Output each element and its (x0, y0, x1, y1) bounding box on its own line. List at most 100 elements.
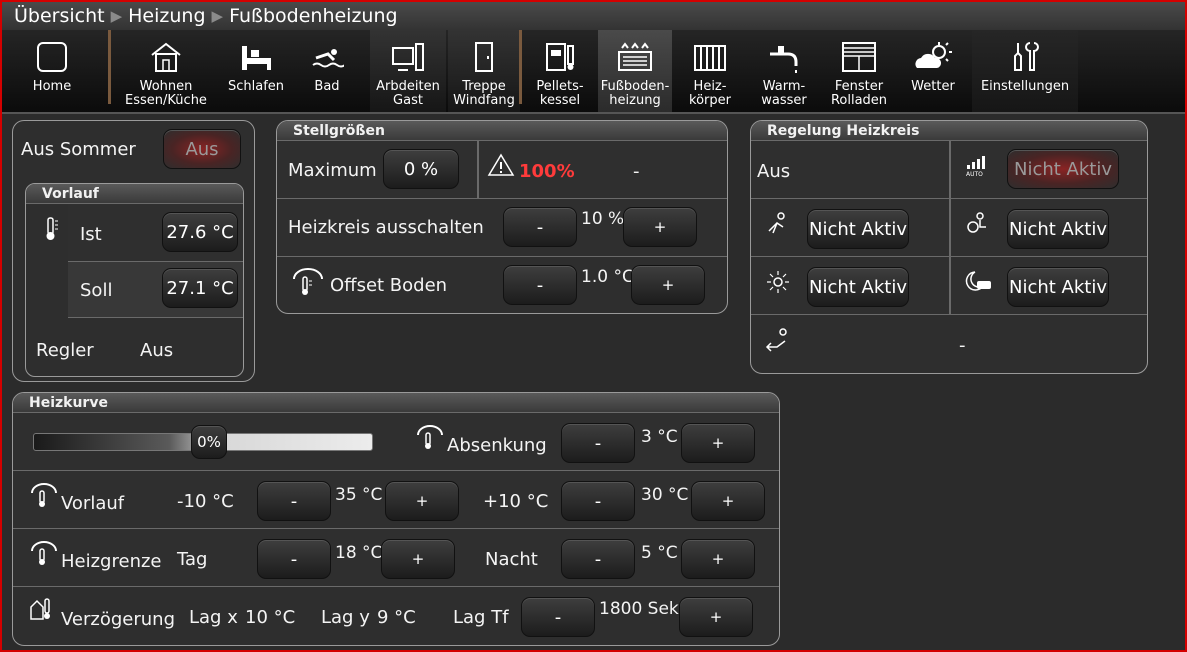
house-icon (151, 42, 181, 72)
weather-icon (915, 42, 952, 68)
breadcrumb-item-heizung[interactable]: Heizung (128, 5, 205, 27)
tag-label: Tag (177, 549, 208, 570)
nav-label: Heiz- körper (689, 79, 731, 108)
lagtf-value: 1800 Sek (599, 599, 679, 619)
vorlauf-high-minus-button[interactable]: - (561, 481, 635, 521)
heizgrenze-label: Heizgrenze (61, 551, 162, 572)
regelung-status: Aus (757, 161, 791, 182)
tag-minus-button[interactable]: - (257, 539, 331, 579)
nacht-plus-button[interactable]: + (681, 539, 755, 579)
tools-icon (1014, 42, 1039, 71)
aus-sommer-button[interactable]: Aus (163, 129, 241, 169)
offset-minus-button[interactable]: - (503, 265, 577, 305)
nav-item-treppe[interactable]: Treppe Windfang (448, 30, 520, 112)
absenkung-plus-button[interactable]: + (681, 423, 755, 463)
absenkung-minus-button[interactable]: - (561, 423, 635, 463)
nav-item-warmwasser[interactable]: Warm- wasser (748, 30, 820, 112)
party-icon (967, 212, 986, 233)
thermometer-icon (46, 217, 58, 240)
lagtf-label: Lag Tf (453, 607, 509, 628)
alarm-value: 100% (519, 161, 575, 182)
vorlauf-low-plus-button[interactable]: + (385, 481, 459, 521)
nacht-label: Nacht (485, 549, 538, 570)
nav-item-fussbodenheizung[interactable]: Fußboden- heizung (598, 30, 672, 112)
lagx-value: 10 °C (245, 607, 296, 628)
leave-home-button[interactable]: Nicht Aktiv (807, 209, 909, 249)
heizkreis-plus-button[interactable]: + (623, 207, 697, 247)
nav-label: Fenster Rolladen (830, 79, 888, 108)
return-home-value: - (959, 335, 966, 356)
nacht-minus-button[interactable]: - (561, 539, 635, 579)
left-panel: Aus Sommer Aus Vorlauf Ist 27.6 °C Soll … (12, 120, 255, 382)
breadcrumb-arrow-icon: ▶ (110, 7, 123, 25)
absenkung-value: 3 °C (641, 427, 678, 447)
door-icon (475, 42, 493, 72)
window-icon (842, 42, 876, 72)
breadcrumb: Übersicht ▶ Heizung ▶ Fußbodenheizung (2, 2, 1185, 30)
heizkreis-minus-button[interactable]: - (503, 207, 577, 247)
nav-label: Arbdeiten Gast (376, 79, 440, 108)
nav-item-arbeiten[interactable]: Arbdeiten Gast (370, 30, 446, 112)
tag-value: 18 °C (335, 543, 383, 563)
maximum-label: Maximum (288, 160, 377, 181)
nav-item-fenster[interactable]: Fenster Rolladen (822, 30, 896, 112)
heizgrenze-thermometer-icon (31, 541, 57, 565)
nav-label: Einstellungen (980, 79, 1070, 94)
lagx-label: Lag x (189, 607, 238, 628)
soll-value[interactable]: 27.1 °C (162, 268, 238, 308)
nav-label: Schlafen (227, 79, 285, 94)
ist-value: 27.6 °C (162, 212, 238, 252)
floor-thermometer-icon (293, 268, 323, 295)
nav-label: Wetter (911, 79, 955, 94)
nav-item-wohnen[interactable]: Wohnen Essen/Küche (114, 30, 218, 112)
vorlauf-high-value: 30 °C (641, 485, 689, 505)
offset-value: 1.0 °C (581, 267, 634, 287)
breadcrumb-arrow-icon: ▶ (211, 7, 224, 25)
nav-label: Bad (314, 79, 340, 94)
nav-item-bad[interactable]: Bad (294, 30, 360, 112)
night-mode-button[interactable]: Nicht Aktiv (1007, 267, 1109, 307)
auto-mode-button[interactable]: Nicht Aktiv (1007, 149, 1119, 189)
nav-item-schlafen[interactable]: Schlafen (220, 30, 292, 112)
heizkreis-value: 10 % (581, 209, 625, 229)
offset-plus-button[interactable]: + (631, 265, 705, 305)
lagy-value: 9 °C (377, 607, 416, 628)
heizkurve-title: Heizkurve (13, 393, 779, 413)
nav-label: Wohnen Essen/Küche (125, 79, 207, 108)
nav-label: Pellets- kessel (536, 79, 584, 108)
nav-label: Treppe Windfang (453, 79, 515, 108)
vorlauf-thermometer-icon (31, 483, 57, 507)
sun-mode-icon (767, 271, 789, 293)
nav-item-pelletskessel[interactable]: Pellets- kessel (524, 30, 596, 112)
heizkurve-slider-handle[interactable]: 0% (191, 425, 227, 459)
leave-home-icon (768, 212, 785, 234)
nav-label: Warm- wasser (761, 79, 807, 108)
lagtf-minus-button[interactable]: - (521, 597, 595, 637)
bed-icon (242, 46, 271, 70)
nav-item-wetter[interactable]: Wetter (898, 30, 968, 112)
lagy-label: Lag y (321, 607, 370, 628)
vorlauf-high-label: +10 °C (483, 491, 549, 512)
lagtf-plus-button[interactable]: + (679, 597, 753, 637)
regelung-title: Regelung Heizkreis (751, 121, 1147, 141)
ist-label: Ist (80, 224, 102, 245)
vorlauf-high-plus-button[interactable]: + (691, 481, 765, 521)
soll-label: Soll (80, 280, 113, 301)
nav-item-heizkoerper[interactable]: Heiz- körper (674, 30, 746, 112)
breadcrumb-item-uebersicht[interactable]: Übersicht (14, 5, 105, 27)
nav-item-home[interactable]: Home (2, 30, 102, 112)
radiator-icon (694, 45, 726, 71)
return-home-icon (765, 328, 787, 352)
vorlauf-low-minus-button[interactable]: - (257, 481, 331, 521)
maximum-value: 0 % (383, 149, 459, 189)
offset-label: Offset Boden (330, 275, 448, 296)
vorlauf-low-value: 35 °C (335, 485, 383, 505)
verzoegerung-label: Verzögerung (61, 609, 175, 630)
aus-sommer-label: Aus Sommer (21, 139, 136, 160)
day-mode-button[interactable]: Nicht Aktiv (807, 267, 909, 307)
party-button[interactable]: Nicht Aktiv (1007, 209, 1109, 249)
regler-value: Aus (140, 340, 174, 361)
absenkung-thermometer-icon (417, 425, 443, 449)
tag-plus-button[interactable]: + (381, 539, 455, 579)
nav-item-einstellungen[interactable]: Einstellungen (972, 30, 1078, 112)
